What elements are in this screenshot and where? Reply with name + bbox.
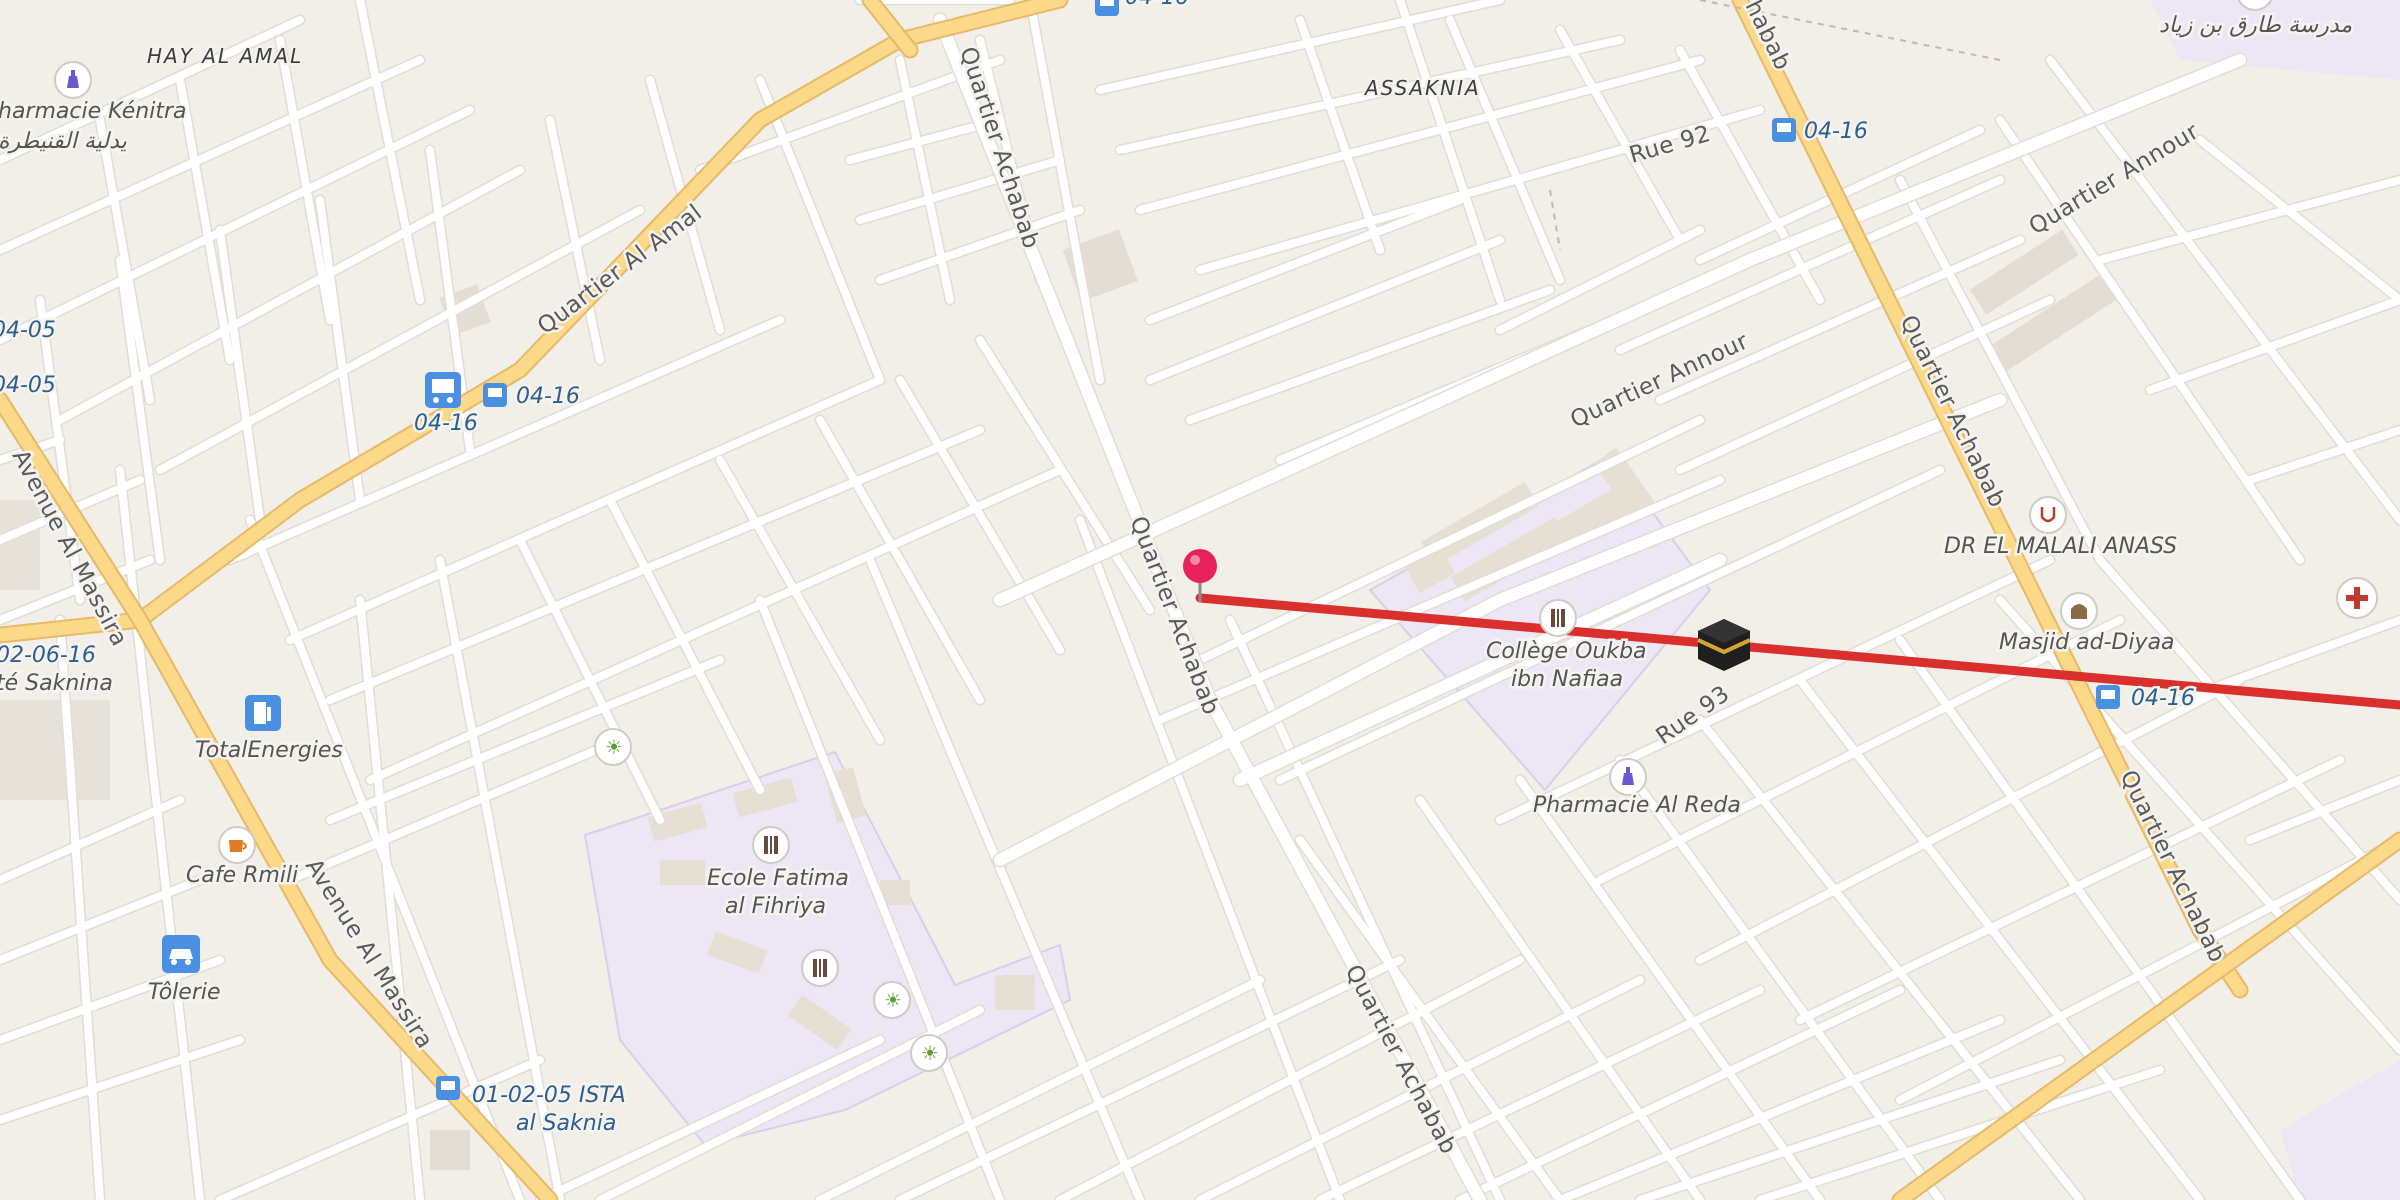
svg-text:مدرسة طارق بن زياد: مدرسة طارق بن زياد — [2159, 13, 2352, 38]
svg-text:Pharmacie Al Reda: Pharmacie Al Reda — [1533, 793, 1741, 818]
map-view[interactable]: HAY AL AMAL ASSAKNIA Quartier Al Amal Av… — [0, 0, 2400, 1200]
poi-sport-3: ☀ — [910, 1034, 948, 1072]
building — [660, 860, 705, 885]
svg-text:Ecole Fatima: Ecole Fatima — [707, 866, 849, 891]
map-pin-icon — [1183, 549, 1217, 583]
bus-stop-label: 04-16 — [1804, 119, 1868, 144]
bus-stop-label: 04-16 — [414, 411, 478, 436]
poi-hospital — [2336, 577, 2378, 619]
bus-stop-label: 01-02-05 ISTA — [472, 1083, 626, 1108]
svg-text:TotalEnergies: TotalEnergies — [195, 738, 343, 763]
svg-text:يدلية القنيطرة: يدلية القنيطرة — [0, 129, 127, 154]
area-label-assaknia: ASSAKNIA — [1363, 76, 1481, 100]
poi-school-2 — [801, 949, 839, 987]
svg-text:☀: ☀ — [884, 988, 902, 1012]
bus-stop-label: al Saknia — [516, 1111, 616, 1136]
building — [0, 500, 40, 590]
poi-label-cite-saknina: té Saknina — [0, 671, 113, 696]
svg-text:Collège Oukba: Collège Oukba — [1486, 639, 1647, 664]
svg-text:☀: ☀ — [921, 1041, 939, 1065]
doctor-icon — [2029, 496, 2067, 534]
bus-stop-right-top: 04-16 — [1772, 117, 1870, 147]
map-canvas[interactable]: HAY AL AMAL ASSAKNIA Quartier Al Amal Av… — [0, 0, 2400, 1200]
area-label-hay-al-amal: HAY AL AMAL — [147, 44, 303, 68]
svg-text:Cafe Rmili: Cafe Rmili — [186, 863, 298, 888]
svg-text:Masjid ad-Diyaa: Masjid ad-Diyaa — [1999, 630, 2175, 655]
bus-stop-label: 04-16 — [2131, 686, 2195, 711]
svg-text:al Fihriya: al Fihriya — [725, 894, 826, 919]
building — [0, 700, 110, 800]
svg-text:ibn Nafiaa: ibn Nafiaa — [1511, 667, 1623, 692]
bus-stop-label: 04-16 — [1125, 0, 1189, 10]
poi-sport-1: ☀ — [594, 728, 632, 766]
svg-text:harmacie Kénitra: harmacie Kénitra — [0, 99, 187, 124]
poi-sport-2: ☀ — [873, 981, 911, 1019]
bus-stop-label: 04-16 — [516, 384, 580, 409]
bus-stop-label-left-b: 04-05 — [0, 373, 56, 398]
building — [995, 975, 1035, 1010]
svg-text:Tôlerie: Tôlerie — [148, 980, 221, 1005]
bus-stop-right-mid: 04-16 — [2096, 684, 2197, 714]
svg-text:DR EL MALALI ANASS: DR EL MALALI ANASS — [1944, 534, 2177, 559]
building — [430, 1130, 470, 1170]
svg-text:☀: ☀ — [605, 735, 623, 759]
bus-stop-label-left-e: 02-06-16 — [0, 643, 96, 668]
bus-stop-label-left-a: 04-05 — [0, 318, 56, 343]
bus-stop-left-d: 04-16 — [483, 382, 582, 412]
